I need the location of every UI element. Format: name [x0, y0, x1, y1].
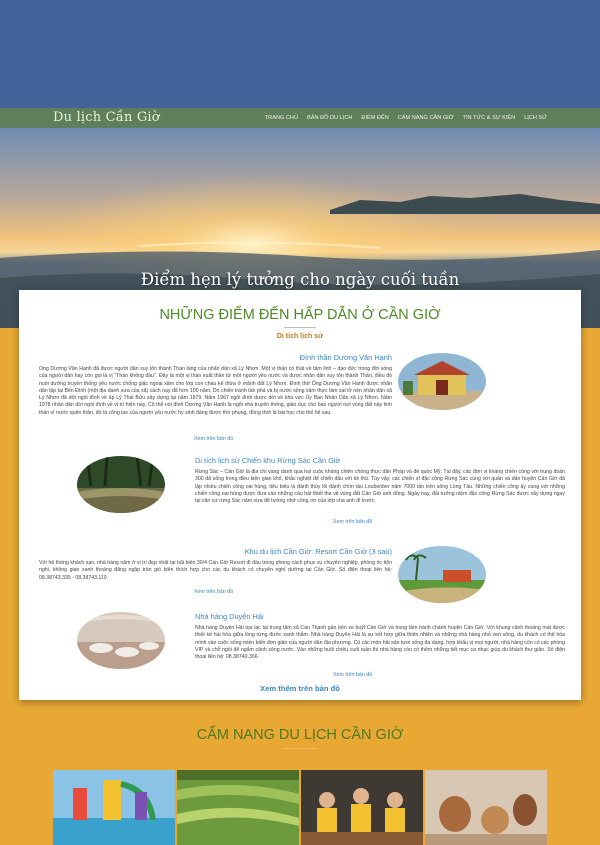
gallery-photo-people[interactable]: [301, 770, 423, 845]
nav-map[interactable]: BẢN ĐỒ DU LỊCH: [307, 115, 352, 121]
top-banner: [0, 0, 600, 108]
item-text-dinh-than: Ông Dương Văn Hạnh đã được người dân suy…: [39, 366, 392, 416]
main-menu: TRANG CHỦ BẢN ĐỒ DU LỊCH ĐIỂM ĐẾN CẨM NA…: [265, 108, 547, 128]
item-map-link-resort[interactable]: Xem trên bản đồ: [194, 589, 233, 595]
nav-destinations[interactable]: ĐIỂM ĐẾN: [361, 115, 388, 121]
handbook-gallery: [53, 770, 547, 845]
item-text-duyen-hai: Nhà hàng Duyên Hải tọa lạc tại trung tâm…: [195, 625, 565, 661]
see-more-on-map-button[interactable]: Xem thêm trên bản đồ: [19, 684, 581, 693]
nav-history[interactable]: LỊCH SỬ: [524, 115, 547, 121]
item-title-rung-sac[interactable]: Di tích lịch sử Chiến khu Rừng Sác Cần G…: [195, 456, 565, 465]
hero-title: Điểm hẹn lý tưởng cho ngày cuối tuần: [140, 270, 460, 289]
destinations-card: NHỮNG ĐIỂM ĐẾN HẤP DẪN Ở CẦN GIỜ Di tích…: [19, 290, 581, 700]
image-rung-sac: [77, 456, 165, 513]
gallery-photo-fields[interactable]: [177, 770, 299, 845]
nav-news[interactable]: TIN TỨC & SỰ KIỆN: [463, 115, 516, 121]
nav-handbook[interactable]: CẨM NANG CẦN GIỜ: [398, 115, 454, 121]
destinations-subtitle: Di tích lịch sử: [276, 333, 324, 340]
nav-home[interactable]: TRANG CHỦ: [265, 115, 298, 121]
item-map-link-rung-sac[interactable]: Xem trên bản đồ: [333, 519, 372, 525]
item-map-link-duyen-hai[interactable]: Xem trên bản đồ: [333, 672, 372, 678]
title-divider: [284, 327, 316, 328]
destinations-title: NHỮNG ĐIỂM ĐẾN HẤP DẪN Ở CẦN GIỜ: [159, 307, 441, 323]
item-title-duyen-hai[interactable]: Nhà hàng Duyên Hải: [195, 612, 565, 621]
item-title-resort[interactable]: Khu du lịch Cần Giờ: Resort Cần Giờ (3 s…: [39, 547, 392, 556]
gallery-photo-pottery[interactable]: [425, 770, 547, 845]
image-dinh-than: [398, 353, 486, 410]
handbook-divider: [284, 748, 316, 749]
handbook-title: CẨM NANG DU LỊCH CẦN GIỜ: [196, 727, 404, 743]
item-text-resort: Với hệ thống khách sạn, nhà hàng nằm ở v…: [39, 560, 392, 581]
gallery-photo-waterpark[interactable]: [53, 770, 175, 845]
item-text-rung-sac: Rừng Sác – Cần Giờ là địa chỉ vang danh …: [195, 469, 565, 505]
image-duyen-hai: [77, 612, 165, 669]
image-resort: [398, 546, 486, 603]
item-map-link-dinh-than[interactable]: Xem trên bản đồ: [194, 436, 233, 442]
site-logo[interactable]: Du lịch Cần Giờ: [53, 110, 160, 125]
item-title-dinh-than[interactable]: Đình thần Dương Văn Hạnh: [39, 353, 392, 362]
